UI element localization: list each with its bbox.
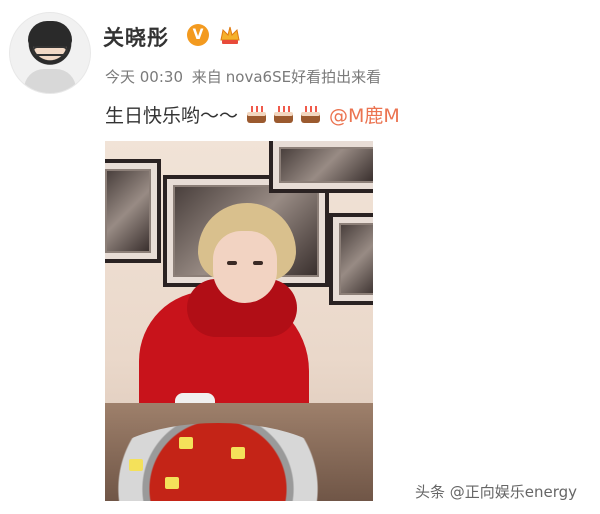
avatar-glasses <box>32 46 68 56</box>
post-photo[interactable] <box>105 141 373 501</box>
avatar-hair <box>28 21 72 47</box>
emoji-group <box>244 102 325 127</box>
wall-frame <box>269 141 373 193</box>
watermark: 头条 @正向娱乐energy <box>415 483 578 501</box>
hotpot-tofu <box>165 477 179 489</box>
avatar[interactable] <box>9 12 91 94</box>
person-eye <box>227 261 237 265</box>
post-body: 生日快乐哟～～ <box>105 105 239 127</box>
cake-icon <box>301 106 321 123</box>
post-meta: 今天 00:30 来自 nova6SE好看拍出来看 <box>105 66 385 87</box>
avatar-body <box>24 69 76 93</box>
hotpot-tofu <box>179 437 193 449</box>
mention-link[interactable]: @M鹿M <box>329 101 400 128</box>
wall-frame <box>105 159 161 263</box>
post-source[interactable]: nova6SE好看拍出来看 <box>226 68 381 86</box>
person-eye <box>253 261 263 265</box>
hotpot-tofu <box>231 447 245 459</box>
post-text: 生日快乐哟～～ @M鹿M <box>105 101 400 128</box>
hotpot-tofu <box>129 459 143 471</box>
username[interactable]: 关晓彤 <box>103 22 169 52</box>
wall-frame <box>329 213 373 305</box>
post-time: 今天 00:30 <box>105 68 183 86</box>
vip-crown-icon <box>220 26 240 44</box>
person-face <box>213 231 277 303</box>
post-source-prefix: 来自 <box>191 68 222 86</box>
cake-icon <box>247 106 267 123</box>
cake-icon <box>274 106 294 123</box>
verified-badge-icon: V <box>187 24 209 46</box>
